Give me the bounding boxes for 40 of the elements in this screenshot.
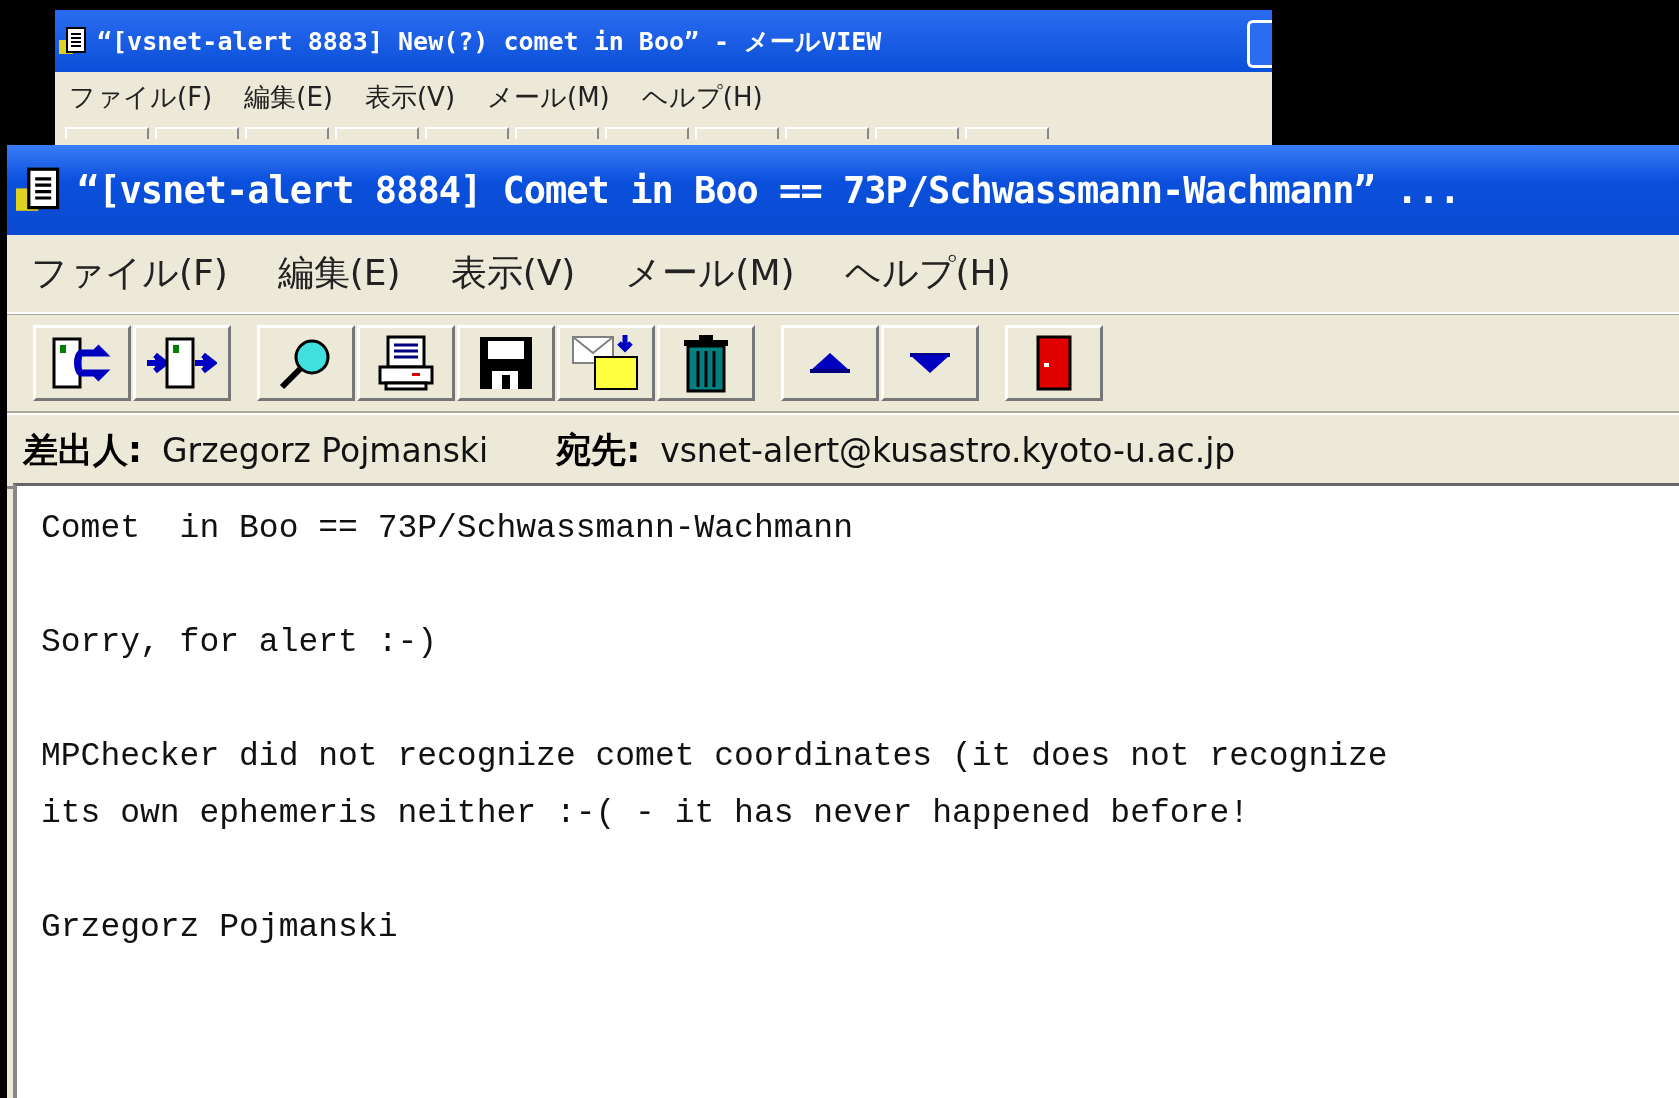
toolbar-button[interactable] (657, 325, 755, 401)
header-label: 宛先: (556, 429, 641, 472)
menu-item[interactable]: メール(M) (625, 249, 795, 298)
header-value: vsnet-alert@kusastro.kyoto-u.ac.jp (660, 431, 1236, 470)
message-line: Comet in Boo == 73P/Schwassmann-Wachmann (41, 509, 854, 549)
toolbar-button[interactable] (33, 325, 131, 401)
menu-item[interactable]: 表示(V) (364, 80, 456, 115)
header-value: Grzegorz Pojmanski (162, 431, 489, 470)
down-arrow-icon (908, 351, 952, 375)
document-icon (59, 26, 89, 56)
envelope-folder-icon (571, 333, 641, 393)
message-line: Sorry, for alert :-) (41, 623, 439, 663)
window-title: “[vsnet-alert 8883] New(?) comet in Boo” - メールVIEW (97, 25, 882, 58)
header-label: 差出人: (23, 429, 142, 472)
menu-item[interactable]: 編集(E) (277, 249, 401, 298)
message-line: its own ephemeris neither :-( - it has never happened before! (41, 794, 1250, 834)
window-title: “[vsnet-alert 8884] Comet in Boo == 73P/Schwassmann-Wachmann” ... (77, 168, 1460, 212)
trash-can-icon (681, 333, 731, 393)
toolbar-button[interactable] (1005, 325, 1103, 401)
menu-item[interactable]: ファイル(F) (31, 249, 228, 298)
menu-item[interactable]: メール(M) (487, 80, 610, 115)
menu-item[interactable]: ヘルプ(H) (844, 249, 1011, 298)
menu-item[interactable]: 表示(V) (450, 249, 576, 298)
menu-item[interactable]: 編集(E) (244, 80, 333, 115)
toolbar-button[interactable] (781, 325, 879, 401)
toolbar-button[interactable] (457, 325, 555, 401)
door-icon (1036, 335, 1072, 391)
message-line: Grzegorz Pojmanski (41, 908, 399, 948)
printer-icon (376, 333, 436, 393)
toolbar-button[interactable] (557, 325, 655, 401)
menu-item[interactable]: ファイル(F) (69, 80, 213, 115)
toolbar-button[interactable] (257, 325, 355, 401)
message-line: MPChecker did not recognize comet coordinates (it does not recognize (41, 737, 1389, 777)
up-arrow-icon (808, 351, 852, 375)
toolbar-button[interactable] (881, 325, 979, 401)
door-arrow-icon (147, 335, 217, 391)
toolbar-button[interactable] (133, 325, 231, 401)
menu-item[interactable]: ヘルプ(H) (641, 80, 763, 115)
minimize-button[interactable] (1247, 20, 1272, 68)
toolbar-button[interactable] (357, 325, 455, 401)
